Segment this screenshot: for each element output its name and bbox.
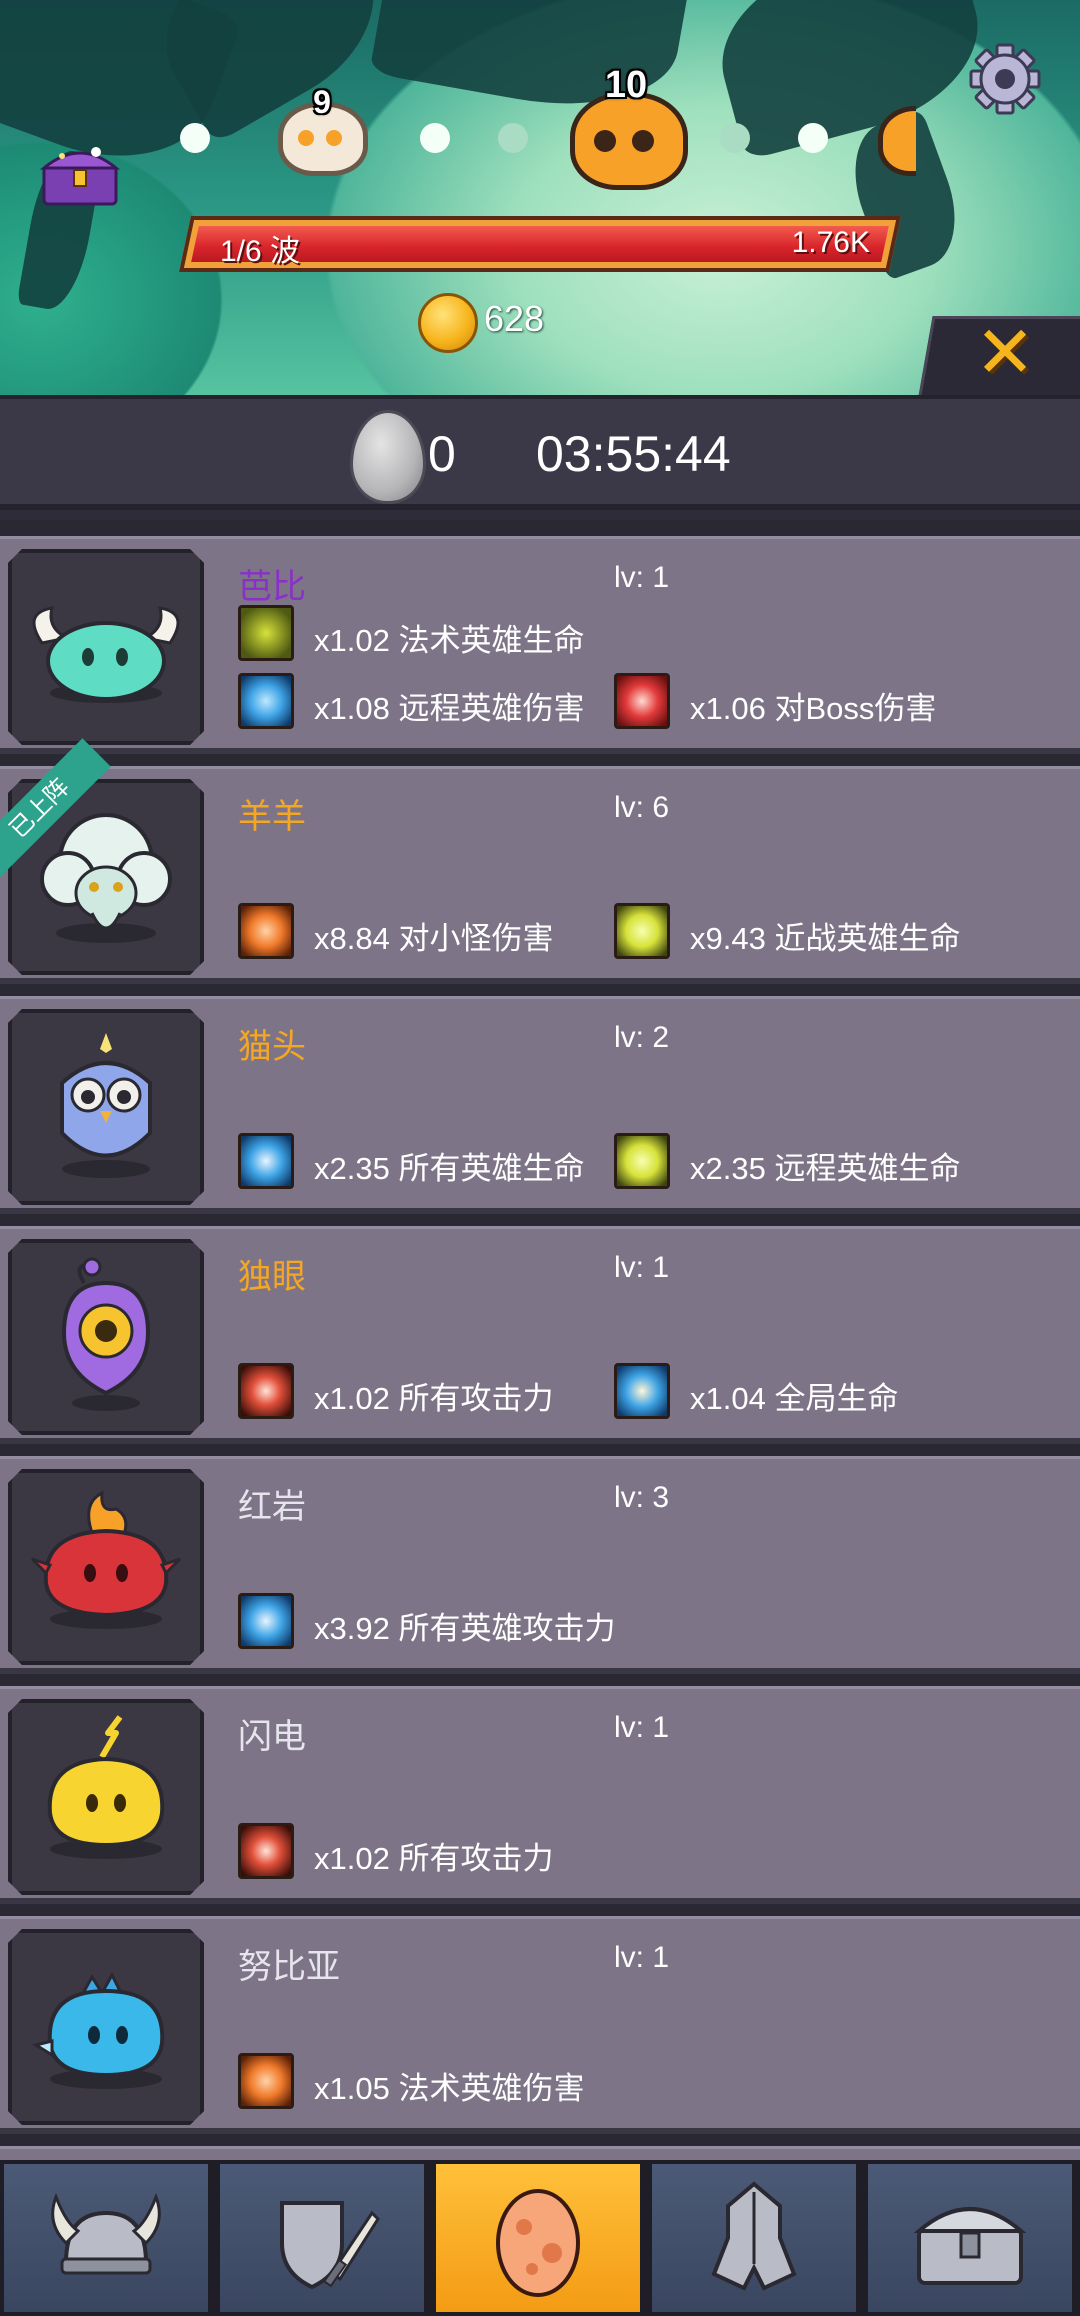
pet-name: 猫头 (238, 1028, 306, 1066)
next-stage-skull-icon (876, 100, 916, 180)
fire-slime-icon (12, 1473, 200, 1661)
tab-equipment[interactable] (216, 2160, 428, 2316)
pet-card[interactable]: 闪电 lv: 1 x1.02 所有攻击力 (0, 1686, 1080, 1904)
pet-level: lv: 2 (614, 1021, 670, 1054)
current-stage-skull-icon: 10 (566, 64, 688, 190)
ranged-hero-health-icon (614, 1133, 670, 1189)
global-health-icon (614, 1363, 670, 1419)
winged-slime-icon (12, 553, 200, 741)
buff-text: x3.92 所有英雄攻击力 (314, 1611, 616, 1646)
stage-dot (798, 123, 828, 153)
buff-text: x1.05 法术英雄伤害 (314, 2071, 585, 2106)
pet-portrait (8, 1239, 204, 1435)
tab-heroes[interactable] (0, 2160, 212, 2316)
bottom-nav (0, 2160, 1080, 2316)
tab-armor[interactable] (648, 2160, 860, 2316)
settings-gear-icon[interactable] (968, 42, 1042, 116)
buff-text: x1.02 所有攻击力 (314, 1841, 554, 1876)
viking-helmet-icon (51, 2192, 161, 2275)
treasure-chest-icon (913, 2207, 1027, 2285)
pet-portrait (8, 1929, 204, 2125)
pet-card[interactable]: 芭比 lv: 1 x1.02 法术英雄生命 x1.08 远程英雄伤害 x1.06… (0, 536, 1080, 754)
pet-level: lv: 3 (614, 1481, 670, 1514)
ranged-hero-damage-icon (238, 673, 294, 729)
all-attack-icon (238, 1823, 294, 1879)
buff-text: x1.06 对Boss伤害 (690, 691, 937, 726)
pet-portrait (8, 1009, 204, 1205)
melee-hero-health-icon (614, 903, 670, 959)
coin-count: 628 (484, 298, 545, 339)
pet-list[interactable]: 芭比 lv: 1 x1.02 法术英雄生命 x1.08 远程英雄伤害 x1.06… (0, 520, 1080, 2160)
all-attack-icon (238, 1363, 294, 1419)
wave-label: 1/6 波 (220, 235, 301, 268)
buff-text: x1.02 所有攻击力 (314, 1381, 554, 1416)
shield-sword-icon (280, 2201, 380, 2290)
buff-text: x1.08 远程英雄伤害 (314, 691, 585, 726)
tab-eggs[interactable] (432, 2160, 644, 2316)
pet-card[interactable]: 独眼 lv: 1 x1.02 所有攻击力 x1.04 全局生命 (0, 1226, 1080, 1444)
pet-level: lv: 6 (614, 791, 670, 824)
pet-card[interactable]: 努比亚 lv: 1 x1.05 法术英雄伤害 (0, 1916, 1080, 2134)
pet-card[interactable] (0, 2146, 1080, 2160)
stage-dot (420, 123, 450, 153)
pet-portrait (8, 1469, 204, 1665)
all-heroes-health-icon (238, 1133, 294, 1189)
pet-card[interactable]: 猫头 lv: 2 x2.35 所有英雄生命 x2.35 远程英雄生命 (0, 996, 1080, 1214)
stage-number: 9 (313, 84, 331, 120)
egg-icon (496, 2189, 580, 2297)
pet-card[interactable]: 红岩 lv: 3 x3.92 所有英雄攻击力 (0, 1456, 1080, 1674)
pet-name: 芭比 (238, 568, 306, 606)
lightning-slime-icon (12, 1703, 200, 1891)
tab-chest[interactable] (864, 2160, 1076, 2316)
pet-name: 独眼 (238, 1258, 306, 1296)
pet-level: lv: 1 (614, 1711, 670, 1744)
pet-portrait (8, 549, 204, 745)
pet-level: lv: 1 (614, 1251, 670, 1284)
buff-text: x8.84 对小怪伤害 (314, 921, 554, 956)
pet-level: lv: 1 (614, 1941, 670, 1974)
pet-portrait (8, 1699, 204, 1895)
buff-text: x1.02 法术英雄生命 (314, 623, 585, 658)
pet-name: 羊羊 (238, 798, 306, 836)
minion-damage-icon (238, 903, 294, 959)
stage-dot (498, 123, 528, 153)
pet-name: 红岩 (238, 1488, 306, 1526)
buff-text: x2.35 远程英雄生命 (690, 1151, 961, 1186)
egg-count: 0 (428, 426, 456, 482)
pet-name: 努比亚 (238, 1948, 340, 1986)
close-icon[interactable]: ✕ (970, 317, 1040, 389)
stage-dot (180, 123, 210, 153)
stage-progress: 9 10 (0, 60, 1080, 220)
one-eye-ghost-icon (12, 1243, 200, 1431)
boss-damage-icon (614, 673, 670, 729)
buff-text: x2.35 所有英雄生命 (314, 1151, 585, 1186)
buff-text: x9.43 近战英雄生命 (690, 921, 961, 956)
ice-slime-icon (12, 1933, 200, 2121)
wave-hp: 1.76K (791, 226, 870, 259)
egg-timer: 03:55:44 (536, 426, 731, 482)
gold-coin-icon (418, 293, 478, 353)
owl-icon (12, 1013, 200, 1201)
stage-dot (720, 123, 750, 153)
magic-hero-damage-icon (238, 2053, 294, 2109)
magic-hero-health-icon (238, 605, 294, 661)
current-stage-number: 10 (604, 64, 648, 106)
pet-name: 闪电 (238, 1718, 306, 1756)
stage-skull-icon: 9 (272, 84, 372, 178)
buff-text: x1.04 全局生命 (690, 1381, 899, 1416)
pet-level: lv: 1 (614, 561, 670, 594)
pet-card[interactable]: 已上阵 羊羊 lv: 6 x8.84 对小怪伤害 x9.43 近战英雄生命 (0, 738, 1080, 984)
all-heroes-attack-icon (238, 1593, 294, 1649)
battle-scene: 9 10 1/6 波 1.76K 628 ✕ (0, 0, 1080, 395)
armor-icon (711, 2181, 797, 2291)
